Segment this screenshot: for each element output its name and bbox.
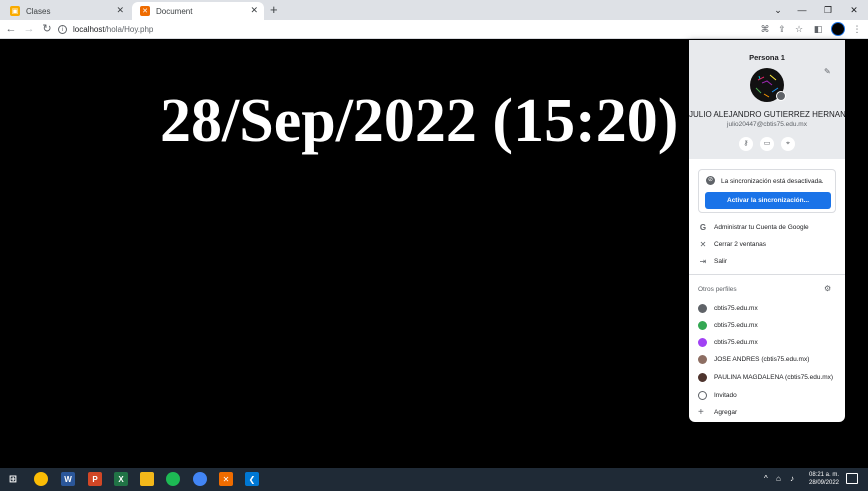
exit-icon: ⇥ — [699, 256, 707, 266]
profile-item[interactable]: cbtis75.edu.mx — [689, 317, 845, 333]
file-explorer-icon[interactable] — [140, 472, 154, 486]
restore-button[interactable]: ❐ — [816, 0, 840, 20]
translate-icon[interactable]: ⌘ — [759, 23, 771, 35]
enable-sync-button[interactable]: Activar la sincronización... — [705, 192, 831, 209]
word-icon[interactable]: W — [61, 472, 75, 486]
tab-close-icon[interactable]: ✕ — [250, 5, 258, 16]
menu-item-label: Salir — [714, 257, 728, 265]
tab-document[interactable]: ✕ Document ✕ — [132, 2, 264, 20]
profile-item-label: cbtis75.edu.mx — [714, 321, 758, 329]
tab-title: Clases — [26, 6, 51, 16]
share-icon[interactable]: ⇪ — [776, 23, 788, 35]
divider — [689, 274, 845, 275]
profile-avatar-button[interactable] — [831, 22, 845, 36]
person-avatar-icon — [698, 303, 707, 313]
location-pin-icon[interactable]: ⌖ — [781, 137, 795, 151]
profile-menu: Persona 1 ✎ JULIO ALEJANDRO GUTIERREZ HE… — [689, 40, 845, 422]
profile-item-label: Invitado — [714, 391, 737, 399]
notifications-icon[interactable] — [846, 473, 858, 484]
profile-item-label: JOSE ANDRES (cbtis75.edu.mx) — [714, 355, 810, 363]
tab-search-icon[interactable]: ⌄ — [766, 0, 790, 20]
menu-item-label: Cerrar 2 ventanas — [714, 240, 767, 248]
clock-date: 28/09/2022 — [808, 480, 840, 486]
profile-title: Persona 1 — [749, 53, 785, 62]
menu-dots-icon[interactable]: ⋮ — [851, 23, 863, 35]
chrome-active-icon[interactable] — [193, 472, 207, 486]
person-avatar-icon — [698, 337, 707, 347]
address-bar[interactable]: i localhost/hola/Hoy.php — [58, 22, 828, 37]
profile-item[interactable]: cbtis75.edu.mx — [689, 300, 845, 316]
google-icon: G — [699, 222, 707, 232]
tab-close-icon[interactable]: ✕ — [116, 5, 124, 16]
sync-panel: ⊘ La sincronización está desactivada. Ac… — [698, 169, 836, 213]
system-clock[interactable]: 08:21 a. m. 28/09/2022 — [808, 471, 840, 487]
menu-item-label: Administrar tu Cuenta de Google — [714, 223, 809, 231]
profile-name: JULIO ALEJANDRO GUTIERREZ HERNAND... — [689, 110, 845, 119]
vscode-icon[interactable]: ❮ — [245, 472, 259, 486]
profile-item-label: Agregar — [714, 408, 738, 416]
tab-strip: ▣ Clases ✕ ✕ Document ✕ + ⌄ — ❐ ✕ — [0, 0, 868, 20]
date-heading: 28/Sep/2022 (15:20) — [160, 87, 679, 155]
tab-title: Document — [156, 6, 193, 16]
browser-toolbar: ← → ↻ i localhost/hola/Hoy.php ⌘ ⇪ ☆ ◧ ⋮ — [0, 20, 868, 39]
info-icon[interactable]: i — [58, 25, 67, 34]
excel-icon[interactable]: X — [114, 472, 128, 486]
side-panel-icon[interactable]: ◧ — [812, 23, 824, 35]
gear-icon[interactable]: ⚙ — [824, 284, 831, 293]
camera-badge-icon[interactable] — [776, 91, 786, 101]
manage-google-account-item[interactable]: G Administrar tu Cuenta de Google — [689, 219, 845, 235]
close-icon: ✕ — [699, 239, 707, 249]
plus-icon: + — [698, 406, 704, 418]
other-profiles-label: Otros perfiles — [698, 286, 737, 293]
profile-item-label: cbtis75.edu.mx — [714, 338, 758, 346]
powerpoint-icon[interactable]: P — [88, 472, 102, 486]
sign-out-item[interactable]: ⇥ Salir — [689, 253, 845, 269]
profile-item[interactable]: JOSE ANDRES (cbtis75.edu.mx) — [689, 351, 845, 367]
url-path: /hola/Hoy.php — [104, 25, 154, 34]
close-window-button[interactable]: ✕ — [842, 0, 866, 20]
profile-item-label: PAULINA MAGDALENA (cbtis75.edu.mx) — [714, 373, 834, 381]
bookmark-star-icon[interactable]: ☆ — [793, 23, 805, 35]
sync-off-icon: ⊘ — [706, 176, 715, 185]
forward-button[interactable]: → — [22, 22, 36, 36]
photo-avatar-icon — [698, 354, 707, 364]
minimize-button[interactable]: — — [790, 0, 814, 20]
clock-time: 08:21 a. m. — [808, 472, 840, 478]
add-profile-item[interactable]: + Agregar — [689, 404, 845, 420]
passwords-key-icon[interactable]: ⚷ — [739, 137, 753, 151]
tab-clases[interactable]: ▣ Clases ✕ — [2, 2, 130, 20]
profile-item[interactable]: PAULINA MAGDALENA (cbtis75.edu.mx) — [689, 369, 845, 385]
person-avatar-icon — [698, 320, 707, 330]
photo-avatar-icon — [698, 372, 707, 382]
back-button[interactable]: ← — [4, 22, 18, 36]
profile-item[interactable]: cbtis75.edu.mx — [689, 334, 845, 350]
payment-card-icon[interactable]: ▭ — [760, 137, 774, 151]
url-host: localhost — [73, 25, 105, 34]
chrome-taskbar-icon[interactable] — [34, 472, 48, 486]
guest-profile-item[interactable]: Invitado — [689, 387, 845, 403]
close-windows-item[interactable]: ✕ Cerrar 2 ventanas — [689, 236, 845, 252]
volume-icon[interactable]: ♪ — [790, 474, 794, 483]
sync-status-text: La sincronización está desactivada. — [721, 178, 824, 185]
xampp-favicon-icon: ✕ — [140, 6, 150, 16]
tray-chevron-icon[interactable]: ^ — [764, 474, 768, 483]
guest-icon — [698, 390, 707, 400]
xampp-icon[interactable]: ✕ — [219, 472, 233, 486]
classroom-favicon-icon: ▣ — [10, 6, 20, 16]
reload-button[interactable]: ↻ — [40, 22, 54, 36]
network-icon[interactable]: ⌂ — [776, 474, 781, 483]
spotify-icon[interactable] — [166, 472, 180, 486]
windows-taskbar: ⊞ W P X ✕ ❮ ^ ⌂ ♪ 08:21 a. m. 28/09/2022 — [0, 468, 868, 491]
windows-start-icon[interactable]: ⊞ — [6, 472, 20, 486]
profile-email: julio20447@cbtis75.edu.mx — [727, 121, 807, 128]
profile-item-label: cbtis75.edu.mx — [714, 304, 758, 312]
new-tab-button[interactable]: + — [270, 2, 278, 18]
edit-pencil-icon[interactable]: ✎ — [824, 67, 831, 76]
